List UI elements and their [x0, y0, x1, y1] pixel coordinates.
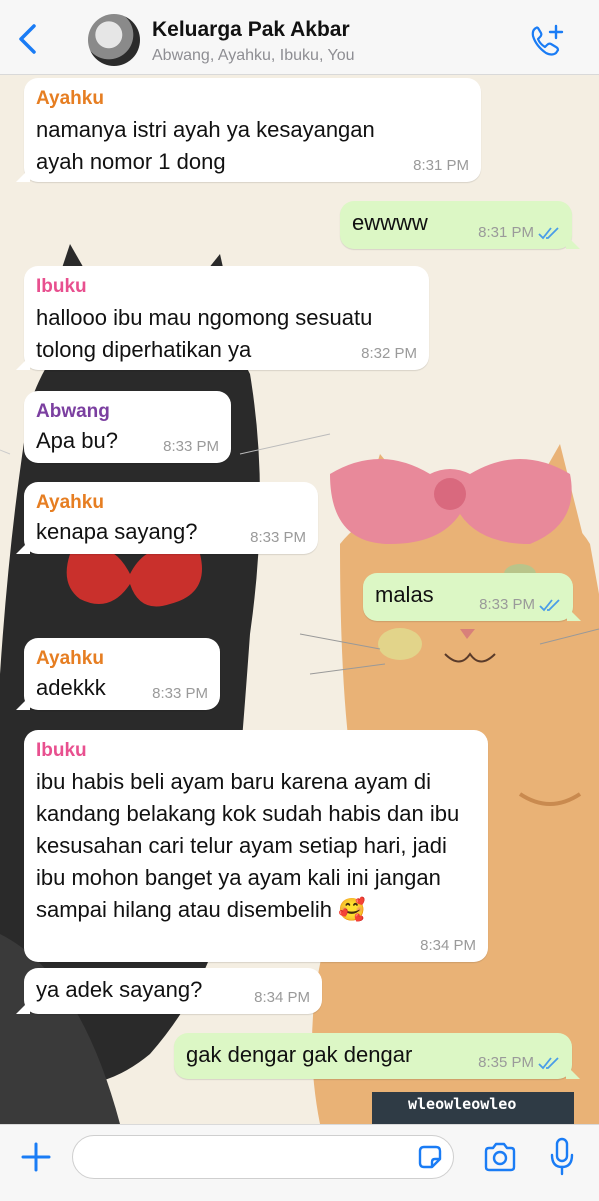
phone-plus-icon[interactable] [528, 22, 568, 58]
sticker-icon[interactable] [416, 1143, 444, 1171]
message-time: 8:32 PM [361, 345, 417, 362]
plus-icon[interactable] [20, 1141, 52, 1173]
double-check-icon [538, 1056, 559, 1069]
message-bubble[interactable]: Ibuku hallooo ibu mau ngomong sesuatu to… [16, 266, 429, 370]
sender-name: Ibuku [36, 740, 87, 761]
message-bubble[interactable]: malas 8:33 PM [363, 573, 581, 621]
message-bubble[interactable]: Abwang Apa bu? 8:33 PM [24, 391, 231, 463]
chat-members[interactable]: Abwang, Ayahku, Ibuku, You [152, 47, 355, 65]
sender-name: Ayahku [36, 648, 104, 669]
chevron-left-icon[interactable] [14, 22, 44, 56]
message-bubble[interactable]: Ayahku kenapa sayang? 8:33 PM [16, 482, 318, 554]
message-time: 8:33 PM [152, 685, 208, 702]
message-bubble[interactable]: Ibuku ibu habis beli ayam baru karena ay… [24, 730, 488, 962]
message-time: 8:33 PM [479, 596, 561, 613]
chat-header: Keluarga Pak Akbar Abwang, Ayahku, Ibuku… [0, 0, 599, 75]
group-avatar[interactable] [88, 14, 140, 66]
sender-name: Ibuku [36, 276, 87, 297]
message-bubble[interactable]: ya adek sayang? 8:34 PM [16, 968, 322, 1014]
camera-icon[interactable] [482, 1141, 518, 1173]
message-bubble[interactable]: gak dengar gak dengar 8:35 PM [174, 1033, 580, 1079]
sender-name: Abwang [36, 401, 110, 422]
sender-name: Ayahku [36, 88, 104, 109]
sticker-caption: wleowleowleo [408, 1095, 517, 1113]
message-time: 8:34 PM [254, 989, 310, 1006]
message-time: 8:33 PM [250, 529, 306, 546]
message-text: ibu habis beli ayam baru karena ayam di … [36, 769, 460, 922]
message-time: 8:31 PM [413, 157, 469, 174]
message-time: 8:33 PM [163, 438, 219, 455]
double-check-icon [539, 598, 560, 611]
chat-title[interactable]: Keluarga Pak Akbar [152, 18, 350, 42]
microphone-icon[interactable] [548, 1137, 576, 1177]
message-text: hallooo ibu mau ngomong sesuatu tolong d… [36, 305, 373, 362]
message-input[interactable] [72, 1135, 454, 1179]
sender-name: Ayahku [36, 492, 104, 513]
message-composer [0, 1124, 599, 1201]
message-time: 8:35 PM [478, 1054, 560, 1071]
message-time: 8:34 PM [420, 937, 476, 954]
message-bubble[interactable]: Ayahku namanya istri ayah ya kesayangan … [16, 78, 481, 182]
double-check-icon [538, 226, 559, 239]
message-time: 8:31 PM [478, 224, 560, 241]
message-text: namanya istri ayah ya kesayangan ayah no… [36, 117, 375, 174]
message-bubble[interactable]: Ayahku adekkk 8:33 PM [16, 638, 220, 710]
sticker-message[interactable]: wleowleowleo [372, 1092, 574, 1124]
message-bubble[interactable]: ewwww 8:31 PM [340, 201, 580, 249]
